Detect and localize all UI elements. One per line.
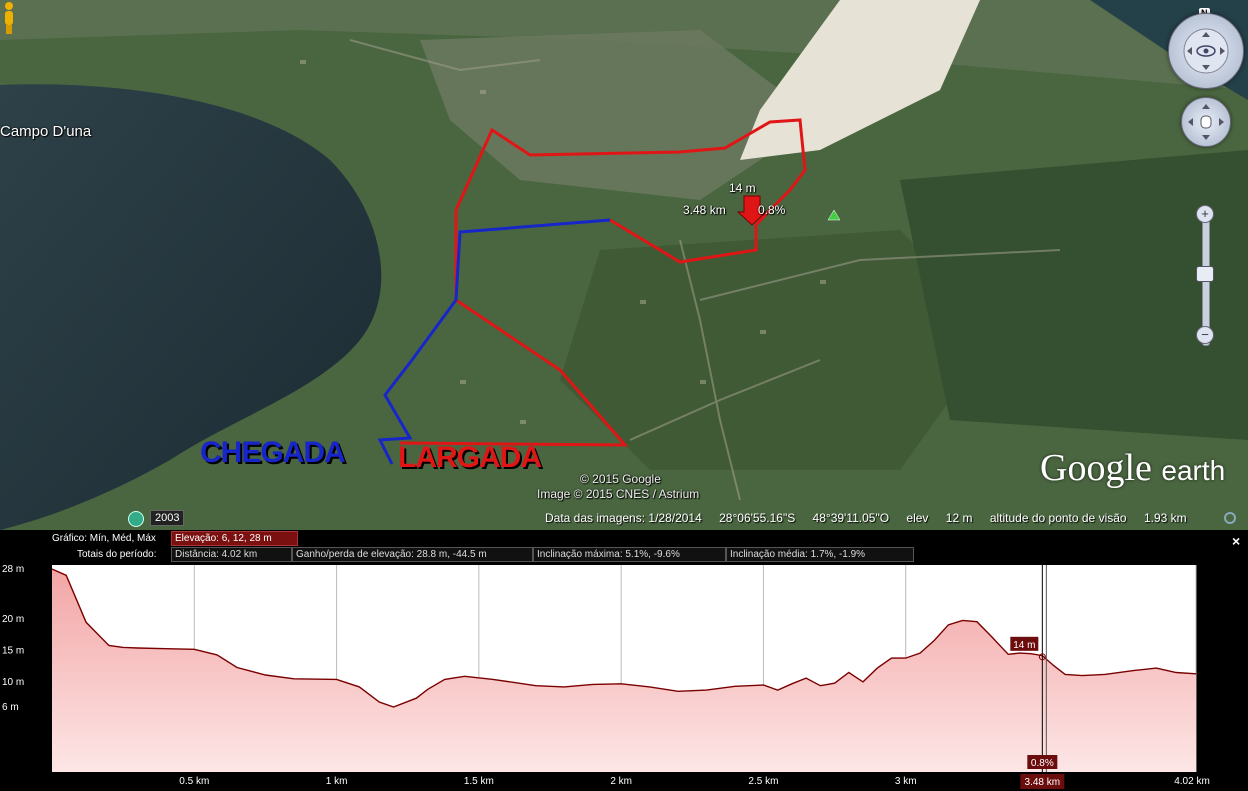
x-tick-label: 3 km <box>895 776 917 787</box>
x-tick-label: 1.5 km <box>464 776 494 787</box>
zoom-slider-thumb[interactable] <box>1196 266 1214 282</box>
y-tick-label: 6 m <box>2 702 19 713</box>
marker-distance: 3.48 km <box>683 203 726 217</box>
marker-slope: 0.8% <box>758 203 786 217</box>
x-tick-label: 0.5 km <box>179 776 209 787</box>
y-tick-label: 20 m <box>2 614 24 625</box>
copyright-text: © 2015 Google <box>580 472 661 486</box>
google-earth-logo: Google earth <box>1040 446 1225 490</box>
elev-label: elev <box>906 511 929 525</box>
hand-icon <box>1188 104 1224 140</box>
x-tick-label: 2 km <box>610 776 632 787</box>
elevation-chart[interactable]: 28 m 20 m 15 m 10 m 6 m 0.5 km 1 km 1.5 km 2 km… <box>0 563 1248 791</box>
elevation-profile-panel: Gráfico: Mín, Méd, Máx Elevação: 6, 12, … <box>0 530 1248 791</box>
zoom-in-button[interactable]: + <box>1196 205 1214 223</box>
avg-slope-total[interactable]: Inclinação média: 1.7%, -1.9% <box>726 547 914 562</box>
finish-label[interactable]: CHEGADA <box>200 436 346 470</box>
max-slope-total[interactable]: Inclinação máxima: 5.1%, -9.6% <box>533 547 726 562</box>
y-tick-label: 10 m <box>2 677 24 688</box>
distance-total[interactable]: Distância: 4.02 km <box>171 547 292 562</box>
longitude: 48°39'11.05"O <box>812 511 890 525</box>
historical-year-badge[interactable]: 2003 <box>150 510 185 526</box>
gain-loss-total[interactable]: Ganho/perda de elevação: 28.8 m, -44.5 m <box>292 547 533 562</box>
start-label[interactable]: LARGADA <box>398 441 542 475</box>
look-joystick[interactable] <box>1168 13 1244 89</box>
cursor-slope-label: 0.8% <box>1031 758 1054 769</box>
x-tick-label: 1 km <box>326 776 348 787</box>
clock-icon[interactable] <box>128 511 144 527</box>
latitude: 28°06'55.16"S <box>719 511 796 525</box>
image-date: Data das imagens: 1/28/2014 <box>545 511 702 525</box>
map-view[interactable]: Campo D'una CHEGADA LARGADA 14 m 3.48 km… <box>0 0 1248 530</box>
totals-label: Totais do período: <box>77 549 157 560</box>
cursor-distance-label: 3.48 km <box>1025 777 1061 788</box>
eye-alt-label: altitude do ponto de visão <box>989 511 1127 525</box>
close-icon[interactable]: × <box>1232 533 1240 549</box>
eye-alt-value: 1.93 km <box>1143 511 1187 525</box>
pegman-icon[interactable] <box>0 0 18 36</box>
x-tick-label: 4.02 km <box>1174 776 1210 787</box>
historical-imagery-control[interactable]: 2003 <box>128 510 185 527</box>
x-tick-label: 2.5 km <box>748 776 778 787</box>
logo-word-earth: earth <box>1161 455 1226 486</box>
graph-label: Gráfico: Mín, Méd, Máx <box>52 533 156 544</box>
y-tick-label: 15 m <box>2 646 24 657</box>
move-joystick[interactable] <box>1181 97 1231 147</box>
eye-icon <box>1183 28 1229 74</box>
place-label[interactable]: Campo D'una <box>0 123 91 140</box>
marker-elevation: 14 m <box>729 181 756 195</box>
y-tick-label: 28 m <box>2 564 24 575</box>
logo-word-google: Google <box>1040 447 1152 489</box>
streaming-icon <box>1224 512 1236 524</box>
status-bar: Data das imagens: 1/28/2014 28°06'55.16"… <box>545 511 1201 525</box>
cursor-elevation-label: 14 m <box>1013 640 1035 651</box>
elevation-summary[interactable]: Elevação: 6, 12, 28 m <box>171 531 298 546</box>
imagery-credit: Image © 2015 CNES / Astrium <box>537 487 700 501</box>
zoom-out-button[interactable]: − <box>1196 326 1214 344</box>
elev-value: 12 m <box>945 511 973 525</box>
